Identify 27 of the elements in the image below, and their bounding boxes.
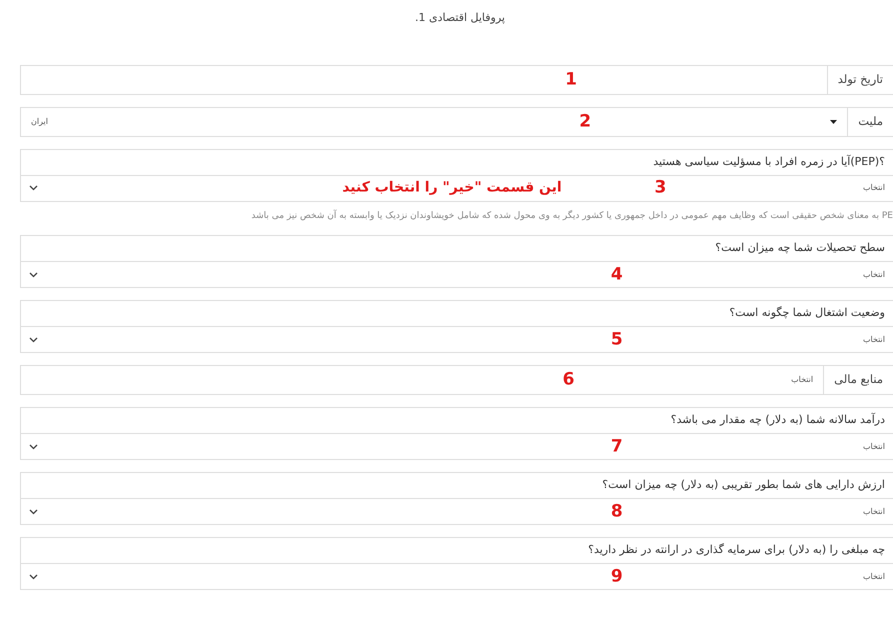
chevron-down-icon [29, 574, 38, 580]
select-placeholder: انتخاب [863, 182, 885, 194]
question-label: سطح تحصیلات شما چه میزان است؟ [714, 240, 886, 256]
select-placeholder: انتخاب [863, 506, 885, 518]
annotation-number: 4 [610, 266, 623, 283]
annotation-number: 9 [610, 568, 623, 585]
chevron-down-icon [29, 508, 38, 514]
select-placeholder: انتخاب [863, 268, 885, 280]
question-label: درآمد سالانه شما (به دلار) چه مقدار می باشد؟ [670, 412, 886, 428]
select-placeholder: انتخاب [863, 570, 885, 582]
select-placeholder: انتخاب [863, 440, 885, 452]
annotation-number: 3 [654, 180, 666, 196]
annotation-number: 7 [610, 438, 623, 455]
annotation-number: 5 [610, 331, 623, 348]
select-placeholder: انتخاب [863, 334, 885, 346]
question-label: چه مبلغی را (به دلار) برای سرمایه گذاری در ارانته در نظر دارید؟ [587, 542, 886, 558]
chevron-down-icon [29, 444, 38, 450]
annotation-number: 8 [610, 503, 623, 520]
question-label: ارزش دارایی های شما بطور تقریبی (به دلار) چه میزان است؟ [601, 477, 886, 494]
page-title: پروفایل اقتصادی 1. [415, 10, 505, 26]
question-label: وضعیت اشتغال شما چگونه است؟ [728, 305, 886, 322]
instruction-text: این قسمت "خیر" را انتخاب کنید [342, 180, 562, 196]
chevron-down-icon [29, 185, 38, 191]
question-label: ؟(PEP)آیا در زمره افراد با مسؤلیت سیاسی هستید [652, 154, 886, 170]
chevron-down-icon [29, 336, 38, 342]
chevron-down-icon [29, 272, 38, 278]
help-text: PE به معنای شخص حقیقی است که وظایف مهم عمومی در داخل جمهوری یا کشور دیگر به وی محول شده که شامل خویشاوندان نزدیک یا وابسته به آن شخص نیز می باشد [250, 210, 893, 222]
